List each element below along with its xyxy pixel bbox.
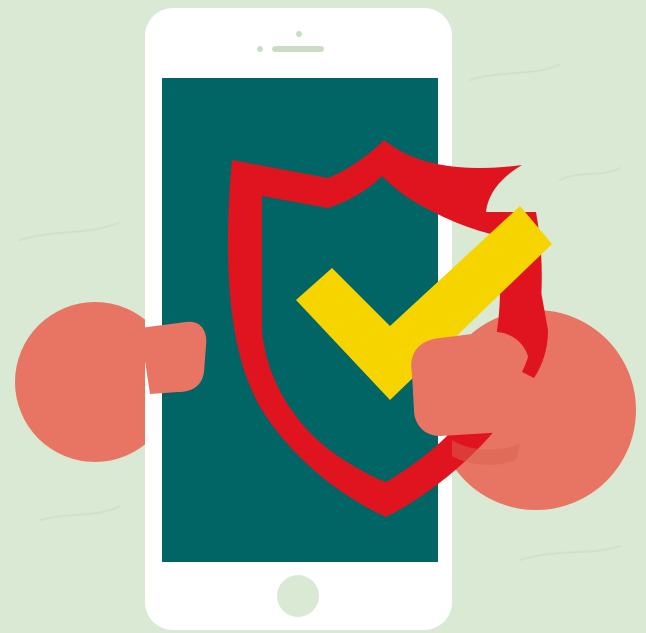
phone-security-illustration [0, 0, 646, 633]
home-button [277, 575, 319, 617]
left-hand-thumb [140, 321, 207, 394]
illustration [0, 0, 646, 633]
right-hand-thumb [411, 331, 535, 436]
phone-sensor [296, 31, 302, 37]
phone-speaker [272, 46, 324, 52]
phone-camera [257, 46, 263, 52]
